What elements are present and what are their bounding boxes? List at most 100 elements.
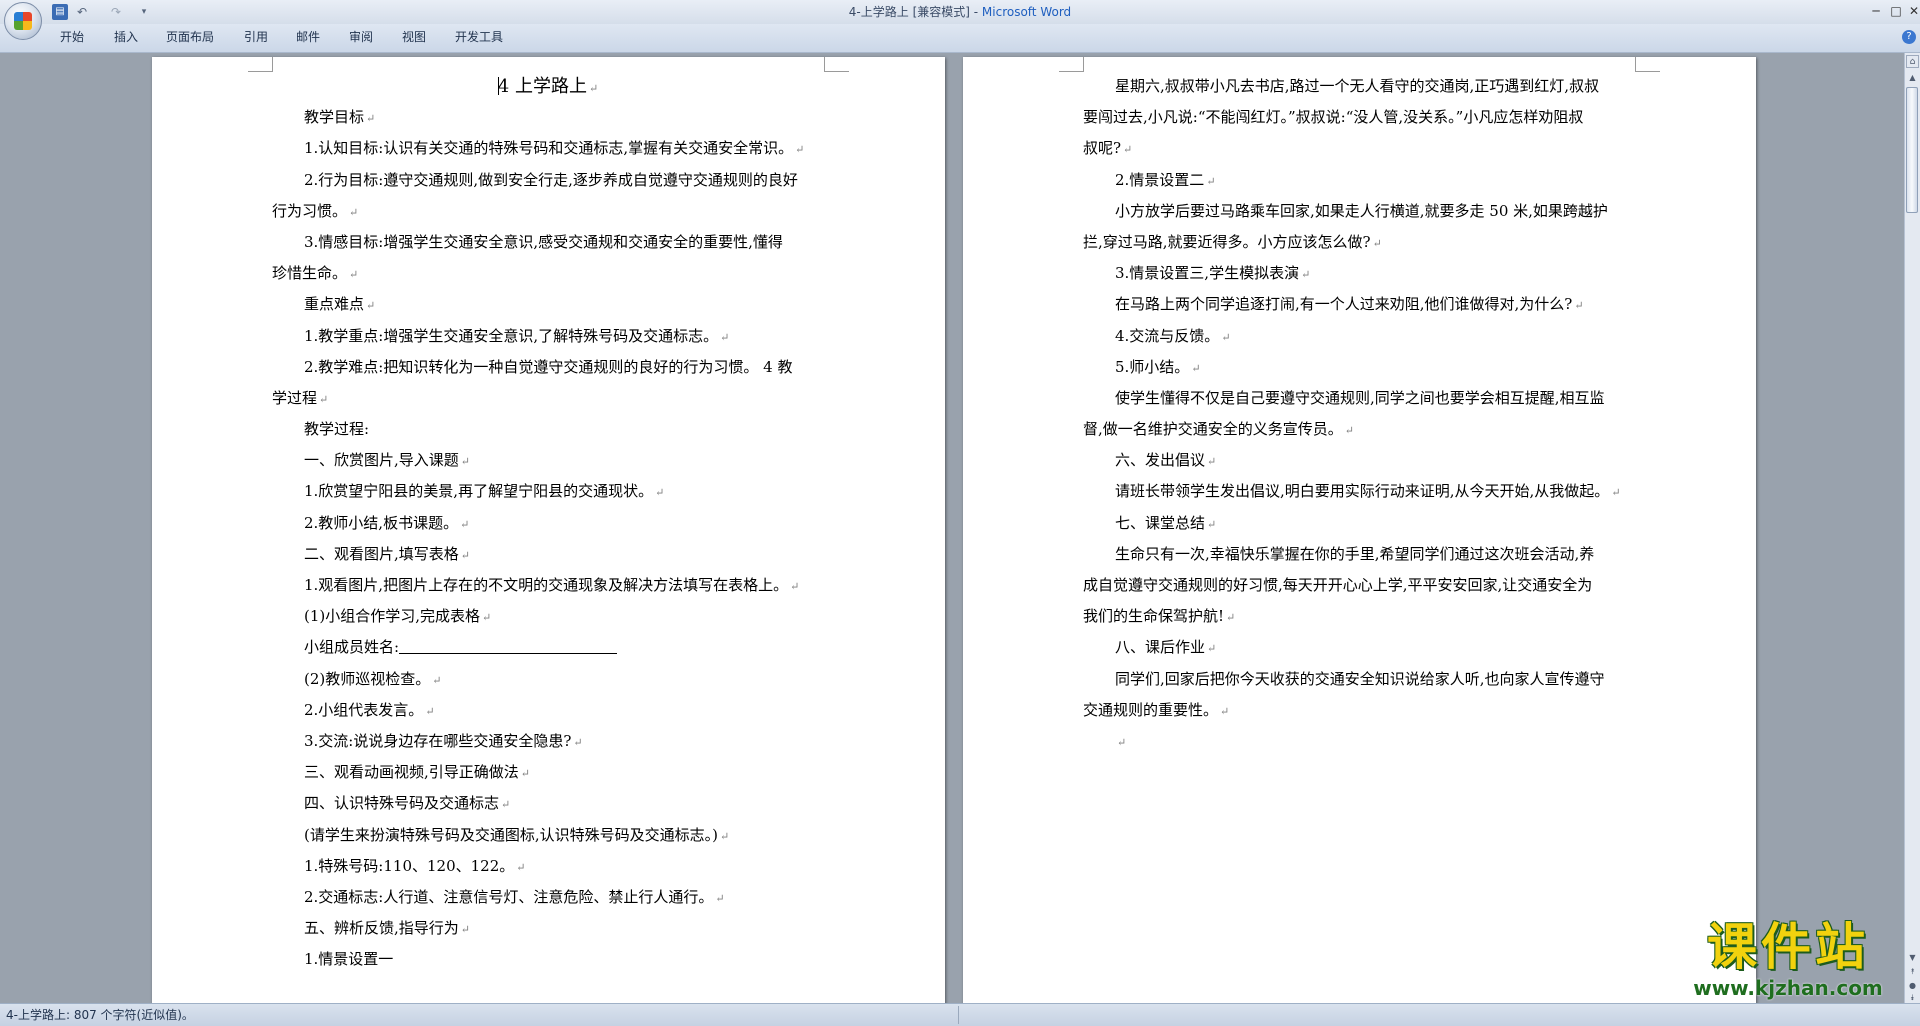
page-right-content[interactable]: 星期六,叔叔带小凡去书店,路过一个无人看守的交通岗,正巧遇到红灯,叔叔要闯过去,…	[1083, 71, 1635, 757]
tab-view[interactable]: 视图	[402, 29, 426, 45]
crop-mark	[248, 57, 273, 72]
paragraph-text: 我们的生命保驾护航!	[1083, 607, 1225, 626]
document-title: 4-上学路上 [兼容模式] -	[848, 5, 982, 19]
paragraph-text: 三、观看动画视频,引导正确做法	[304, 763, 519, 782]
close-button[interactable]: ✕	[1904, 2, 1920, 20]
tab-developer[interactable]: 开发工具	[455, 29, 503, 45]
paragraph-mark: ↵	[1123, 143, 1133, 157]
paragraph-text: 督,做一名维护交通安全的义务宣传员。	[1083, 420, 1343, 439]
paragraph-mark: ↵	[482, 611, 492, 625]
paragraph-mark: ↵	[588, 82, 599, 95]
paragraph-mark: ↵	[573, 735, 583, 749]
paragraph-text: 小方放学后要过马路乘车回家,如果走人行横道,就要多走 50 米,如果跨越护	[1115, 201, 1608, 220]
ruler-toggle-icon[interactable]: ⌂	[1906, 55, 1919, 68]
paragraph-line: 4.交流与反馈。 ↵	[1083, 321, 1635, 352]
paragraph-line: 1.情景设置一	[272, 944, 824, 975]
quick-access-dropdown-icon[interactable]: ▾	[136, 4, 152, 20]
tab-insert[interactable]: 插入	[114, 29, 138, 45]
paragraph-mark: ↵	[1207, 642, 1217, 656]
watermark-logo: 课件站 www.kjzhan.com	[1668, 918, 1908, 1002]
paragraph-mark: ↵	[1207, 455, 1217, 469]
paragraph-line: 1.欣赏望宁阳县的美景,再了解望宁阳县的交通现状。 ↵	[272, 476, 824, 507]
paragraph-line: 1.特殊号码:110、120、122。 ↵	[272, 851, 824, 882]
paragraph-text: 2.情景设置二	[1115, 170, 1205, 189]
paragraph-text: 3.情景设置三,学生模拟表演	[1115, 264, 1300, 283]
paragraph-line: 2.行为目标:遵守交通规则,做到安全行走,逐步养成自觉遵守交通规则的良好	[272, 165, 824, 196]
save-icon[interactable]: ▤	[52, 4, 68, 20]
paragraph-mark: ↵	[460, 455, 470, 469]
paragraph-line: 教学目标 ↵	[272, 102, 824, 133]
paragraph-text: 小组成员姓名:	[304, 638, 400, 657]
paragraph-line: (1)小组合作学习,完成表格 ↵	[272, 601, 824, 632]
paragraph-mark: ↵	[1574, 299, 1584, 313]
minimize-button[interactable]: ─	[1866, 2, 1886, 20]
paragraph-line: 小方放学后要过马路乘车回家,如果走人行横道,就要多走 50 米,如果跨越护	[1083, 196, 1635, 227]
crop-mark	[1059, 57, 1084, 72]
page-left-content[interactable]: 4 上学路上 ↵ 教学目标 ↵ 1.认知目标:认识有关交通的特殊号码和交通标志,掌握有…	[272, 71, 824, 975]
paragraph-text: 同学们,回家后把你今天收获的交通安全知识说给家人听,也向家人宣传遵守	[1115, 669, 1605, 688]
maximize-button[interactable]: □	[1886, 2, 1906, 20]
paragraph-mark: ↵	[720, 330, 730, 344]
watermark-text: 课件站	[1707, 918, 1869, 976]
paragraph-text: 四、认识特殊号码及交通标志	[304, 794, 500, 813]
status-divider	[958, 1006, 959, 1024]
office-button[interactable]	[4, 2, 42, 40]
paragraph-mark: ↵	[1301, 268, 1311, 282]
page-right[interactable]: 星期六,叔叔带小凡去书店,路过一个无人看守的交通岗,正巧遇到红灯,叔叔要闯过去,…	[963, 57, 1756, 1003]
paragraph-mark: ↵	[460, 548, 470, 562]
paragraph-text: 重点难点	[304, 295, 365, 314]
paragraph-line: 5.师小结。 ↵	[1083, 352, 1635, 383]
paragraph-text: 学过程	[272, 388, 318, 407]
paragraph-mark: ↵	[655, 486, 665, 500]
tab-home[interactable]: 开始	[60, 29, 84, 45]
paragraph-text: 3.情感目标:增强学生交通安全意识,感受交通规和交通安全的重要性,懂得	[304, 232, 783, 251]
paragraph-line: 我们的生命保驾护航! ↵	[1083, 601, 1635, 632]
paragraph-text: 六、发出倡议	[1115, 451, 1206, 470]
help-icon[interactable]: ?	[1902, 30, 1916, 44]
undo-icon[interactable]: ↶ ▾	[74, 4, 90, 35]
scroll-up-icon[interactable]: ▲	[1906, 71, 1919, 84]
paragraph-text: 2.行为目标:遵守交通规则,做到安全行走,逐步养成自觉遵守交通规则的良好	[304, 170, 798, 189]
paragraph-mark: ↵	[1206, 174, 1216, 188]
watermark-url: www.kjzhan.com	[1693, 976, 1883, 1000]
tab-mailings[interactable]: 邮件	[296, 29, 320, 45]
paragraph-line: 三、观看动画视频,引导正确做法 ↵	[272, 757, 824, 788]
redo-icon[interactable]: ↷	[108, 4, 124, 20]
tab-review[interactable]: 审阅	[349, 29, 373, 45]
paragraph-mark: ↵	[501, 798, 511, 812]
paragraph-line: 2.教师小结,板书课题。 ↵	[272, 508, 824, 539]
paragraph-text: 星期六,叔叔带小凡去书店,路过一个无人看守的交通岗,正巧遇到红灯,叔叔	[1115, 77, 1600, 95]
paragraph-line: 四、认识特殊号码及交通标志 ↵	[272, 788, 824, 819]
vertical-scrollbar[interactable]: ⌂ ▲ ▼ ⯭ ● ⯯	[1904, 53, 1920, 1003]
tab-references[interactable]: 引用	[244, 29, 268, 45]
paragraph-line: 1.观看图片,把图片上存在的不文明的交通现象及解决方法填写在表格上。 ↵	[272, 570, 824, 601]
paragraph-mark: ↵	[1220, 704, 1230, 718]
paragraph-mark: ↵	[1372, 236, 1382, 250]
paragraph-text: 教学目标	[304, 108, 365, 127]
title-bar: 4-上学路上 [兼容模式] - Microsoft Word ▤ ↶ ▾ ↷ ▾…	[0, 0, 1920, 35]
paragraph-text: 行为习惯。	[272, 201, 348, 220]
paragraph-mark: ↵	[1611, 486, 1621, 500]
paragraph-text: 1.欣赏望宁阳县的美景,再了解望宁阳县的交通现状。	[304, 482, 654, 501]
paragraph-text: 2.教学难点:把知识转化为一种自觉遵守交通规则的良好的行为习惯。 4 教	[304, 357, 793, 376]
paragraph-line: 要闯过去,小凡说:“不能闯红灯。”叔叔说:“没人管,没关系。”小凡应怎样劝阻叔	[1083, 102, 1635, 133]
paragraph-mark: ↵	[790, 580, 800, 593]
status-word-count[interactable]: 4-上学路上: 807 个字符(近似值)。	[6, 1007, 194, 1023]
page-left[interactable]: 4 上学路上 ↵ 教学目标 ↵ 1.认知目标:认识有关交通的特殊号码和交通标志,掌握有…	[152, 57, 945, 1003]
window-title: 4-上学路上 [兼容模式] - Microsoft Word	[0, 0, 1920, 24]
paragraph-text: (请学生来扮演特殊号码及交通图标,认识特殊号码及交通标志。)	[304, 825, 718, 844]
status-bar: 4-上学路上: 807 个字符(近似值)。	[0, 1003, 1920, 1026]
paragraph-mark: ↵	[516, 860, 526, 874]
tab-page-layout[interactable]: 页面布局	[166, 29, 214, 45]
paragraph-text: 2.交通标志:人行道、注意信号灯、注意危险、禁止行人通行。	[304, 887, 714, 906]
paragraph-text: (2)教师巡视检查。	[304, 669, 431, 688]
paragraph-mark: ↵	[520, 767, 530, 781]
ribbon-tabs: 开始 插入 页面布局 引用 邮件 审阅 视图 开发工具 ?	[0, 24, 1920, 53]
paragraph-text: 使学生懂得不仅是自己要遵守交通规则,同学之间也要学会相互提醒,相互监	[1115, 388, 1605, 407]
paragraph-text: 八、课后作业	[1115, 638, 1206, 657]
paragraph-line: 2.教学难点:把知识转化为一种自觉遵守交通规则的良好的行为习惯。 4 教	[272, 352, 824, 383]
paragraph-mark: ↵	[1191, 361, 1201, 375]
paragraph-line: 星期六,叔叔带小凡去书店,路过一个无人看守的交通岗,正巧遇到红灯,叔叔	[1083, 71, 1635, 102]
scroll-thumb[interactable]	[1906, 87, 1918, 213]
paragraph-line: 3.情景设置三,学生模拟表演 ↵	[1083, 258, 1635, 289]
